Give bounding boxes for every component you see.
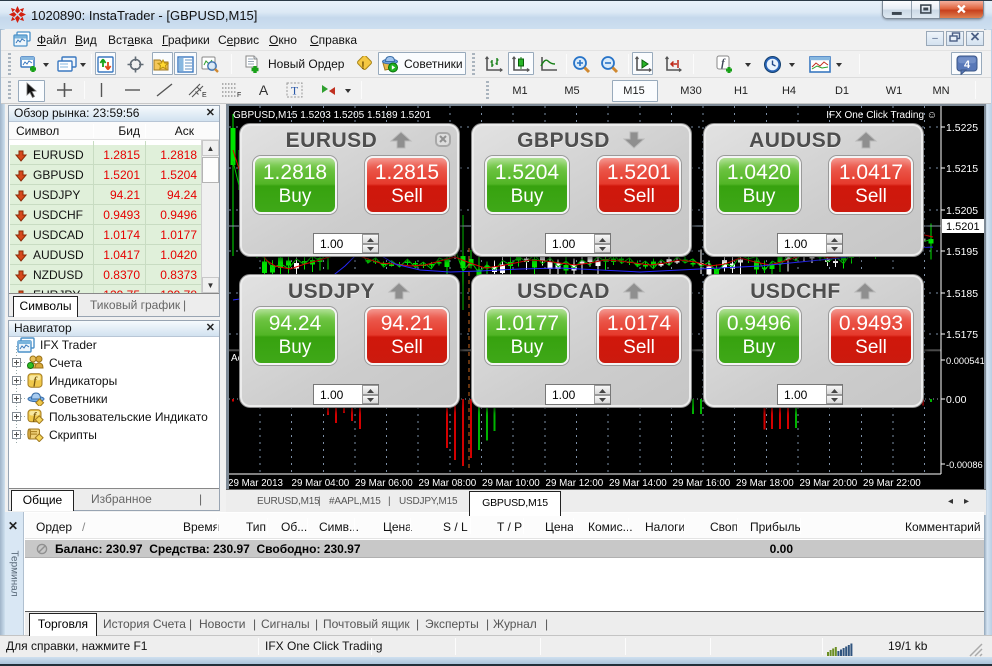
svg-text:-0.00086: -0.00086 — [946, 460, 983, 470]
svg-text:1.5195: 1.5195 — [946, 246, 978, 258]
svg-text:0.000541: 0.000541 — [946, 356, 984, 366]
svg-text:1.5201: 1.5201 — [946, 221, 980, 233]
svg-text:IFX One Click Trading ☺: IFX One Click Trading ☺ — [826, 110, 937, 121]
svg-text:GBPUSD,M15 1.5203 1.5205 1.51: GBPUSD,M15 1.5203 1.5205 1.5189 1.5201 — [233, 110, 431, 121]
svg-text:E: E — [202, 92, 207, 98]
svg-text:1.5225: 1.5225 — [946, 122, 978, 134]
svg-text:1.5205: 1.5205 — [946, 205, 978, 217]
svg-text:1.5185: 1.5185 — [946, 288, 978, 300]
svg-text:1.5215: 1.5215 — [946, 163, 978, 175]
svg-text:29 Mar 16:00: 29 Mar 16:00 — [673, 478, 731, 489]
svg-text:29 Mar 08:00: 29 Mar 08:00 — [419, 478, 477, 489]
svg-text:4: 4 — [964, 59, 971, 71]
svg-text:A: A — [259, 82, 269, 98]
svg-text:0.00: 0.00 — [946, 394, 967, 406]
svg-text:29 Mar 04:00: 29 Mar 04:00 — [292, 478, 350, 489]
svg-text:29 Mar 20:00: 29 Mar 20:00 — [800, 478, 858, 489]
svg-text:29 Mar 18:00: 29 Mar 18:00 — [736, 478, 794, 489]
svg-text:F: F — [237, 92, 241, 98]
svg-text:29 Mar 2013: 29 Mar 2013 — [229, 478, 284, 489]
svg-text:!: ! — [361, 60, 365, 72]
svg-text:29 Mar 14:00: 29 Mar 14:00 — [609, 478, 667, 489]
svg-text:29 Mar 10:00: 29 Mar 10:00 — [482, 478, 540, 489]
svg-text:1.5175: 1.5175 — [946, 329, 978, 341]
svg-text:T: T — [291, 84, 299, 98]
svg-text:29 Mar 22:00: 29 Mar 22:00 — [863, 478, 921, 489]
svg-text:29 Mar 12:00: 29 Mar 12:00 — [546, 478, 604, 489]
svg-text:29 Mar 06:00: 29 Mar 06:00 — [355, 478, 413, 489]
